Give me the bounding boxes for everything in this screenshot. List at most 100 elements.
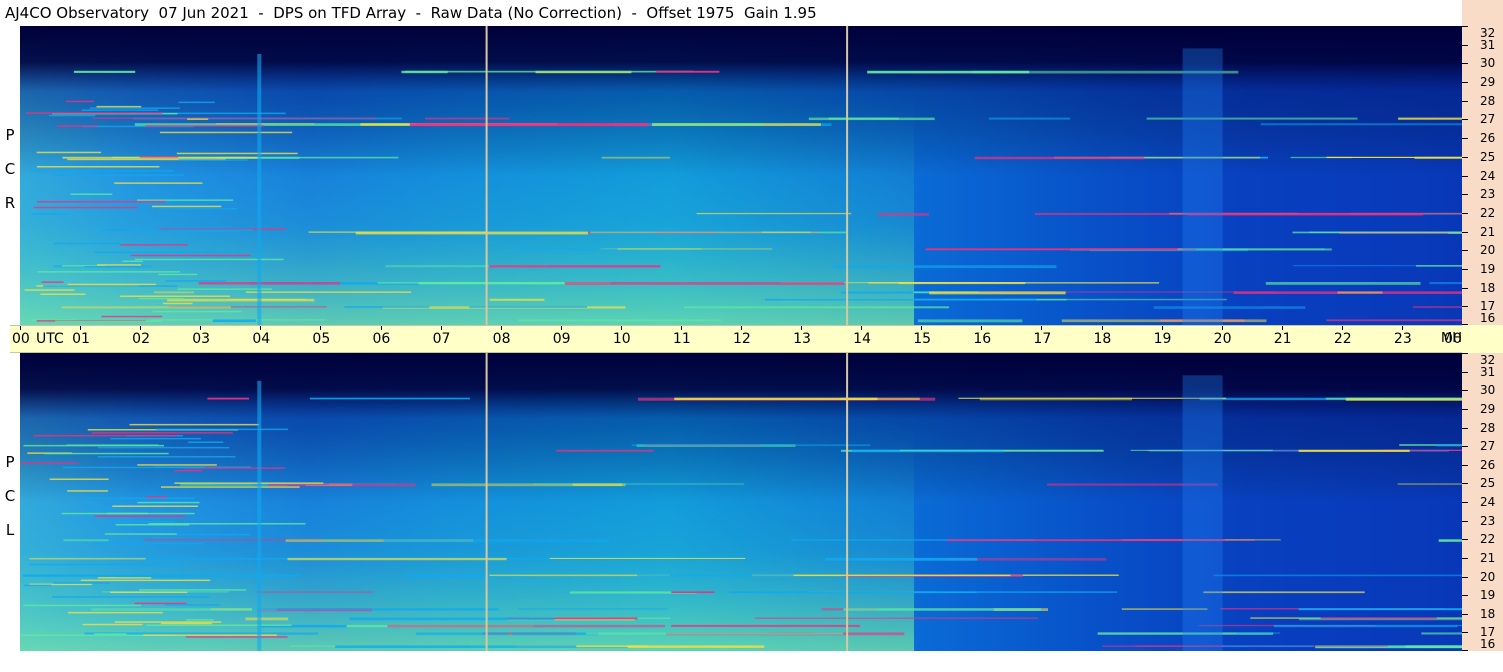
interference-band — [1414, 156, 1462, 159]
interference-band — [1320, 617, 1437, 619]
interference-band — [425, 117, 510, 120]
early-hour-emission — [158, 273, 198, 276]
freq-tick — [1462, 557, 1468, 559]
interference-band — [517, 248, 618, 251]
time-tick-label: 22 — [1333, 331, 1352, 347]
early-hour-emission — [87, 508, 118, 510]
early-hour-emission — [137, 199, 234, 201]
time-tick-label: 11 — [672, 331, 691, 347]
interference-band — [1298, 608, 1462, 611]
early-hour-emission — [134, 602, 187, 605]
interference-band — [61, 306, 231, 309]
early-hour-emission — [120, 295, 230, 297]
interference-band — [349, 617, 555, 621]
interference-band — [167, 298, 315, 302]
interference-band — [989, 117, 1071, 120]
interference-band — [1153, 306, 1306, 309]
interference-band — [1265, 282, 1421, 285]
time-tick-label: 02 — [132, 331, 150, 347]
freq-tick-label: 30 — [1480, 383, 1496, 398]
early-hour-emission — [55, 320, 163, 323]
early-hour-emission — [129, 423, 260, 426]
early-hour-emission — [94, 515, 186, 517]
interference-band — [404, 70, 694, 73]
early-hour-emission — [49, 114, 96, 117]
early-hour-emission — [101, 315, 163, 318]
early-hour-emission — [94, 251, 241, 254]
early-hour-emission — [117, 575, 191, 578]
freq-tick-label: 20 — [1480, 243, 1496, 258]
utc-marker-line — [485, 26, 488, 325]
freq-tick-label: 32 — [1480, 353, 1496, 367]
interference-band — [1061, 319, 1267, 323]
interference-band — [489, 265, 661, 268]
freq-tick-label: 18 — [1480, 606, 1496, 621]
early-hour-emission — [65, 100, 94, 103]
interference-band — [1435, 444, 1462, 447]
time-tick-label: 04 — [252, 331, 271, 347]
broadband-burst — [1182, 375, 1223, 651]
interference-band — [556, 449, 654, 452]
freq-axis-rcp: 16 17 18 19 20 21 22 23 24 25 26 27 28 29 30 31 32 — [1462, 26, 1503, 325]
early-hour-emission — [178, 101, 215, 104]
early-hour-emission — [53, 174, 184, 176]
freq-tick-label: 26 — [1480, 131, 1496, 146]
early-hour-emission — [139, 589, 247, 591]
time-tick-label: 13 — [793, 331, 811, 347]
interference-band — [729, 591, 977, 594]
interference-band — [603, 248, 702, 250]
freq-tick — [1462, 650, 1468, 651]
freq-tick — [1462, 82, 1468, 84]
broadband-burst — [257, 54, 262, 325]
freq-tick — [1462, 26, 1468, 27]
broadband-burst — [257, 380, 262, 651]
early-hour-emission — [33, 206, 138, 209]
interference-band — [840, 397, 920, 400]
interference-band — [1213, 574, 1462, 577]
interference-band — [415, 632, 509, 636]
interference-band — [355, 231, 589, 235]
interference-band — [245, 617, 289, 621]
freq-tick-label: 20 — [1480, 569, 1496, 584]
time-tick-label: 10 — [612, 331, 631, 347]
interference-band — [832, 265, 1057, 269]
early-hour-emission — [110, 437, 201, 440]
early-hour-emission — [131, 254, 251, 257]
early-hour-emission — [178, 159, 248, 161]
upper-band-darkening — [20, 26, 1462, 325]
time-tick-label: 14 — [853, 331, 871, 347]
early-hour-emission — [84, 497, 195, 499]
freq-axis-top-filler — [1462, 0, 1503, 26]
interference-band — [576, 645, 648, 648]
early-hour-emission — [52, 596, 210, 598]
rcp-label-r: P — [5, 126, 15, 144]
early-hour-emission — [146, 624, 292, 626]
time-tick-label: 12 — [733, 331, 751, 347]
interference-band — [671, 624, 861, 627]
early-hour-emission — [24, 289, 75, 291]
early-hour-emission — [23, 444, 165, 447]
early-hour-emission — [156, 428, 288, 431]
interference-band — [1421, 632, 1462, 635]
interference-band — [917, 319, 1023, 323]
interference-band — [489, 298, 545, 301]
freq-tick-label: 18 — [1480, 280, 1496, 295]
early-hour-emission — [33, 434, 178, 437]
interference-band — [653, 123, 763, 126]
freq-tick — [1462, 483, 1468, 485]
spectrogram-rcp — [20, 26, 1462, 325]
early-hour-emission — [53, 582, 111, 584]
interference-band — [377, 282, 481, 284]
freq-tick — [1462, 194, 1468, 196]
early-hour-emission — [137, 464, 217, 466]
interference-band — [92, 117, 377, 119]
freq-tick-label: 17 — [1480, 299, 1496, 314]
spectrogram-lcp-svg — [20, 353, 1462, 651]
time-axis: 00 01 02 03 04 05 06 07 08 09 10 11 12 13 14 15 16 17 18 19… — [10, 325, 1469, 353]
interference-band — [1407, 645, 1462, 647]
freq-tick-label: 32 — [1480, 26, 1496, 40]
interference-band — [63, 539, 109, 542]
early-hour-emission — [30, 170, 175, 172]
utc-marker-line — [846, 353, 849, 651]
freq-tick-label: 27 — [1480, 112, 1496, 127]
